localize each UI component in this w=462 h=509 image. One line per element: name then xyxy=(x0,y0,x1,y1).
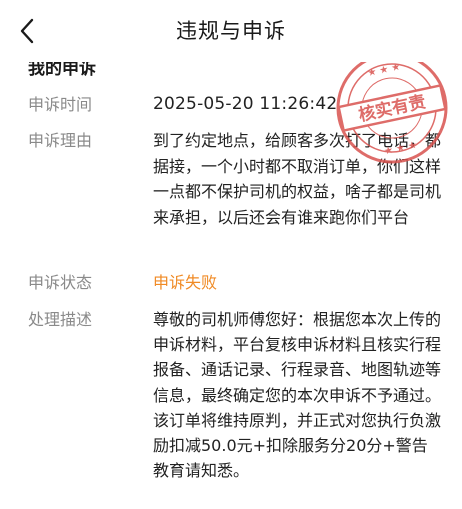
page-title: 违规与申诉 xyxy=(176,19,286,43)
label-appeal-status: 申诉状态 xyxy=(28,273,93,292)
value-appeal-status: 申诉失败 xyxy=(153,273,218,292)
svg-text:★ ★ ★: ★ ★ ★ xyxy=(367,61,402,79)
label-processing-description: 处理描述 xyxy=(28,310,93,329)
value-processing-description: 尊敬的司机师傅您好：根据您本次上传的申诉材料，平台复核申诉材料且核实行程报备、通… xyxy=(153,310,442,481)
svg-text:★ ★ ★: ★ ★ ★ xyxy=(383,140,418,158)
label-appeal-time: 申诉时间 xyxy=(28,95,93,114)
row-processing-description: 处理描述 尊敬的司机师傅您好：根据您本次上传的申诉材料，平台复核申诉材料且核实行… xyxy=(28,307,448,509)
row-appeal-status: 申诉状态 申诉失败 xyxy=(28,270,448,296)
label-appeal-reason: 申诉理由 xyxy=(28,131,93,150)
app-header: 违规与申诉 xyxy=(0,0,462,62)
